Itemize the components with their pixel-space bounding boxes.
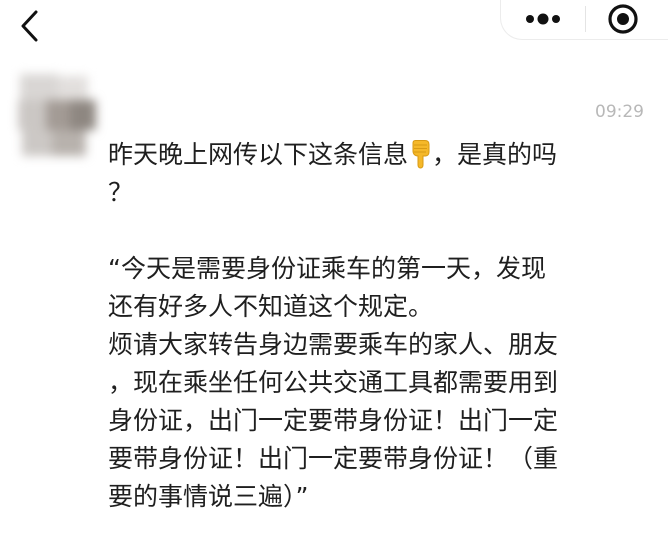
avatar[interactable] [18,74,96,156]
quote-line: ，现在乘坐任何公共交通工具都需要用到 [108,368,559,397]
chat-page: 09:29 昨天晚上网传以下这条信息 ，是真的吗 ？ “今天是需要身份证乘车的第… [0,0,668,548]
close-button[interactable] [601,1,645,37]
chevron-left-icon [21,10,38,42]
top-navigation-bar [0,0,668,56]
quote-line: 还有好多人不知道这个规定。 [108,292,434,321]
pointing-down-hand-emoji [412,140,430,169]
more-button[interactable] [513,3,573,35]
quote-line: “今天是需要身份证乘车的第一天，发现 [108,254,546,283]
quote-line: 要的事情说三遍）” [108,482,309,511]
message-line-text: ，是真的吗 [432,140,558,169]
more-dots-icon [526,13,560,25]
message-timestamp: 09:29 [595,102,644,122]
message-line: 昨天晚上网传以下这条信息 ，是真的吗 [108,136,648,174]
quote-line: 烦请大家转告身边需要乘车的家人、朋友 [108,330,559,359]
message-line-text: 昨天晚上网传以下这条信息 [108,140,409,169]
capsule-divider [585,6,586,32]
mini-program-capsule [500,0,668,40]
quote-line: 要带身份证！出门一定要带身份证！（重 [108,444,559,473]
message-line: ？ [108,178,134,207]
quote-line: 身份证，出门一定要带身份证！出门一定 [108,406,559,435]
target-close-icon [608,4,638,34]
back-button[interactable] [10,6,50,46]
message-text: 昨天晚上网传以下这条信息 ，是真的吗 ？ “今天是需要身份证乘车的第一天，发现 … [108,136,648,516]
